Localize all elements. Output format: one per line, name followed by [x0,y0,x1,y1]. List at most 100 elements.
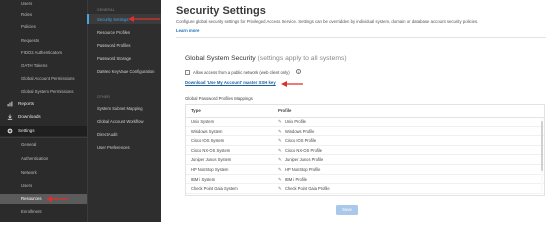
cell-type: Windows System [191,128,223,134]
edit-icon[interactable]: ✎ [278,176,282,185]
table-scrollbar-thumb[interactable] [540,121,543,171]
nav-item-label: Users [21,1,33,6]
section-title-text: Global System Security [185,55,256,62]
table-row[interactable]: Windows System ✎ Windows Profile [186,128,544,137]
submenu-item-password-storage[interactable]: Password Storage [97,56,131,62]
nav-item-authentication[interactable]: Authentication [0,156,87,162]
edit-icon[interactable]: ✎ [278,166,282,175]
submenu-header-general: GENERAL [97,8,115,12]
cell-profile[interactable]: Windows Profile [285,128,314,137]
submenu-item-password-profiles[interactable]: Password Profiles [97,43,131,49]
nav-item-label: General [21,142,37,147]
submenu-item-directaudit[interactable]: DirectAudit [97,132,117,138]
nav-item-label: Global Account Permissions [21,76,75,81]
cell-profile[interactable]: IBM i Profile [285,176,307,185]
column-header-profile[interactable]: Profile [278,105,291,117]
cell-type: Juniper Junos System [191,157,232,163]
nav-item-label: Network [21,170,37,175]
nav-item-downloads[interactable]: Downloads [0,114,87,120]
table-row[interactable]: Juniper Junos System ✎ Juniper Junos Profi… [186,156,544,165]
submenu-item-keyvault-configuration[interactable]: DaMeo KeyVaue Configuration [97,69,157,75]
info-icon[interactable]: i [296,69,301,74]
save-button[interactable]: Save [336,205,358,215]
submenu-item-resource-profiles[interactable]: Resource Profiles [97,30,130,36]
nav-item-oath-tokens[interactable]: OATH Tokens [0,63,87,69]
download-ssh-key-link[interactable]: Download 'Use My Account' master SSH key [185,80,276,85]
section-title: Global System Security (settings apply t… [185,55,347,62]
nav-item-label: FIDO2 Authenticators [21,50,63,55]
nav-item-global-system-permissions[interactable]: Global System Permissions [0,89,87,95]
nav-divider [0,137,87,138]
cell-profile[interactable]: Check Point Gaia Profile [285,185,330,194]
public-network-checkbox[interactable] [185,70,190,75]
nav-item-requests[interactable]: Requests [0,38,87,44]
cell-profile[interactable]: Cisco NX-OS Profile [285,147,322,156]
gear-icon [7,128,13,134]
nav-item-label: Requests [21,38,40,43]
nav-item-global-account-permissions[interactable]: Global Account Permissions [0,76,87,82]
submenu-item-security-settings[interactable]: Security Settings [97,17,128,23]
nav-item-label: Downloads [18,114,41,119]
nav-item-label: Global System Permissions [21,89,74,94]
nav-item-label: Users [21,183,33,188]
cell-profile[interactable]: Cisco IOS Profile [285,137,316,146]
nav-item-label: OATH Tokens [21,63,48,68]
cell-type: HP NonStop System [191,167,229,172]
nav-item-network[interactable]: Network [0,170,87,176]
column-header-type[interactable]: Type [191,105,201,117]
nav-item-users-settings[interactable]: Users [0,183,87,189]
annotation-arrow-security-settings [128,16,160,22]
edit-icon[interactable]: ✎ [278,137,282,146]
left-navigation: Users Roles Policies Requests FIDO2 Auth… [0,0,87,222]
learn-more-link[interactable]: Learn more [176,28,199,33]
edit-icon[interactable]: ✎ [278,147,282,156]
cell-type: IBM i System [191,176,216,182]
nav-item-fido2-authenticators[interactable]: FIDO2 Authenticators [0,50,87,56]
annotation-arrow-download-link [281,81,303,87]
public-network-checkbox-label[interactable]: Allow access from a public network (web … [193,70,290,75]
table-row[interactable]: Cisco NX-OS System ✎ Cisco NX-OS Profile [186,147,544,156]
page-description: Configure global security settings for P… [176,19,479,24]
nav-item-label: Roles [21,12,32,17]
nav-item-users[interactable]: Users [0,1,87,7]
submenu-content: GENERAL Security Settings Resource Profi… [87,0,161,222]
edit-icon[interactable]: ✎ [278,156,282,165]
edit-icon[interactable]: ✎ [278,128,282,137]
nav-item-label: Resources [21,196,42,201]
nav-item-roles[interactable]: Roles [0,12,87,18]
cell-type: Unix System [191,119,214,124]
nav-item-label: Enrollment [21,209,42,214]
submenu-item-global-account-workflow[interactable]: Global Account Workflow [97,119,143,125]
nav-item-policies[interactable]: Policies [0,24,87,30]
submenu-header-other: OTHER [97,95,111,99]
cell-profile[interactable]: Juniper Junos Profile [285,156,323,165]
nav-item-reports[interactable]: Reports [0,101,87,107]
nav-item-settings[interactable]: Settings [0,126,87,136]
password-profile-mappings-table: Type Profile Unix System ✎ Unix Profile Win… [185,104,545,196]
cell-profile[interactable]: HP NonStop Profile [285,166,320,175]
table-row[interactable]: IBM i System ✎ IBM i Profile [186,176,544,185]
cell-type: Check Point Gaia System [191,186,238,192]
nav-item-resources[interactable]: Resources [0,194,87,204]
section-title-hint: (settings apply to all systems) [257,55,347,62]
page-divider [176,37,546,38]
nav-item-general[interactable]: General [0,142,87,148]
cell-profile[interactable]: Unix Profile [285,118,306,127]
nav-item-label: Policies [21,24,36,29]
table-row[interactable]: HP NonStop System ✎ HP NonStop Profile [186,166,544,175]
download-icon [7,114,13,120]
annotation-arrow-resources [46,196,68,202]
table-row[interactable]: Check Point Gaia System ✎ Check Point Gaia… [186,185,544,194]
edit-icon[interactable]: ✎ [278,185,282,194]
table-row[interactable]: Unix System ✎ Unix Profile [186,118,544,127]
nav-item-enrollment[interactable]: Enrollment [0,209,87,215]
table-row[interactable]: Cisco IOS System ✎ Cisco IOS Profile [186,137,544,146]
nav-item-label: Authentication [21,156,49,161]
edit-icon[interactable]: ✎ [278,118,282,127]
main-content: Security Settings Configure global secur… [161,0,560,222]
mappings-title: Global Password Profiles Mappings [185,96,253,101]
cell-type: Cisco NX-OS System [191,147,231,153]
submenu-item-user-preferences[interactable]: User Preferences [97,145,130,151]
nav-item-label: Reports [18,101,35,106]
submenu-item-system-subnet-mapping[interactable]: System Subnet Mapping [97,106,143,112]
